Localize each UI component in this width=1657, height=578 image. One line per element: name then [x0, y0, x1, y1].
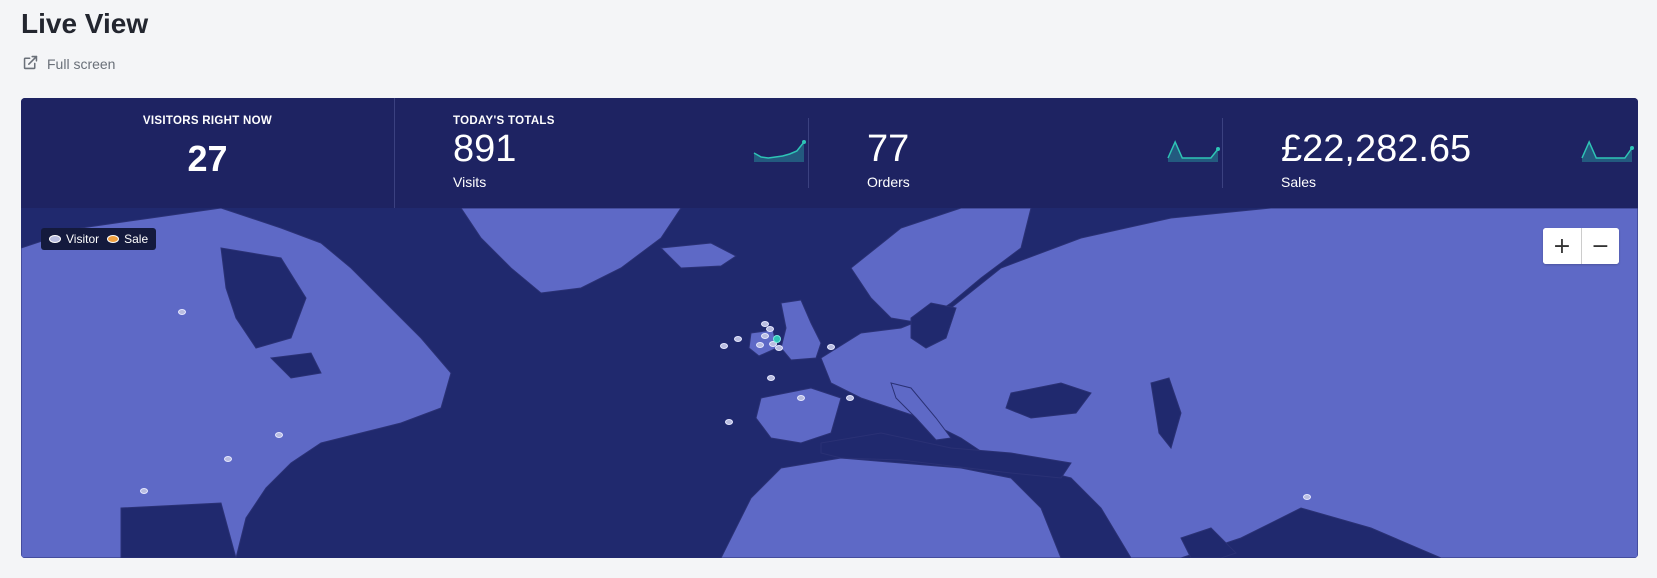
metric-label: Visits [453, 174, 487, 190]
zoom-out-button[interactable]: − [1581, 228, 1619, 264]
metric-visits: 891 Visits [453, 128, 808, 190]
visits-sparkline [753, 140, 806, 162]
zoom-in-button[interactable]: + [1543, 228, 1581, 264]
live-view-panel: VISITORS RIGHT NOW 27 TODAY'S TOTALS 891… [21, 98, 1638, 558]
visitor-marker[interactable] [766, 326, 774, 332]
world-map[interactable]: Visitor Sale + − [21, 208, 1638, 558]
visitor-marker[interactable] [827, 344, 835, 350]
visitor-marker[interactable] [1303, 494, 1311, 500]
visitor-marker[interactable] [846, 395, 854, 401]
visitor-marker[interactable] [275, 432, 283, 438]
visitor-marker[interactable] [178, 309, 186, 315]
external-link-icon [22, 54, 39, 74]
legend-visitor-label: Visitor [66, 232, 100, 246]
metric-label: Orders [867, 174, 910, 190]
metric-orders: 77 Orders [867, 128, 1222, 190]
sales-sparkline [1581, 140, 1634, 162]
orders-sparkline [1167, 140, 1220, 162]
fullscreen-link[interactable]: Full screen [22, 54, 115, 74]
visitor-marker[interactable] [756, 342, 764, 348]
visitor-marker[interactable] [725, 419, 733, 425]
metric-value: 77 [867, 128, 910, 170]
sparkline-endpoint [1216, 147, 1220, 151]
sparkline-area [1582, 142, 1632, 162]
visitor-marker[interactable] [767, 375, 775, 381]
metric-value: 891 [453, 128, 517, 170]
divider [808, 118, 809, 188]
sparkline-endpoint [802, 140, 806, 144]
visitor-marker[interactable] [140, 488, 148, 494]
visitor-marker[interactable] [761, 333, 769, 339]
fullscreen-label: Full screen [47, 56, 116, 72]
visitor-marker[interactable] [775, 345, 783, 351]
page-title: Live View [21, 8, 149, 39]
sale-marker-icon [107, 235, 120, 243]
map-zoom-controls: + − [1543, 228, 1619, 264]
visitor-marker-icon [49, 235, 61, 243]
greenland-land [460, 208, 682, 294]
visitor-marker[interactable] [224, 456, 232, 462]
totals-label: TODAY'S TOTALS [453, 115, 555, 127]
legend-sale: Sale [107, 232, 148, 246]
uk-land [780, 299, 822, 361]
metric-value: £22,282.65 [1281, 128, 1472, 170]
visitors-value: 27 [187, 138, 228, 179]
sparkline-endpoint [1630, 146, 1634, 150]
sparkline-area [1168, 142, 1218, 162]
visitors-stat: VISITORS RIGHT NOW 27 [21, 98, 395, 208]
legend-visitor: Visitor [49, 232, 99, 246]
sparkline-area [754, 142, 804, 162]
visitor-marker[interactable] [734, 336, 742, 342]
sale-marker[interactable] [773, 335, 781, 343]
world-map-svg [21, 208, 1638, 558]
divider [1222, 118, 1223, 188]
iceland-land [659, 242, 737, 269]
metric-sales: £22,282.65 Sales [1281, 128, 1636, 190]
stats-bar: VISITORS RIGHT NOW 27 TODAY'S TOTALS 891… [21, 98, 1638, 208]
visitor-marker[interactable] [720, 343, 728, 349]
metric-label: Sales [1281, 174, 1317, 190]
visitor-marker[interactable] [797, 395, 805, 401]
visitors-label: VISITORS RIGHT NOW [142, 115, 273, 127]
legend-sale-label: Sale [124, 232, 149, 246]
map-legend: Visitor Sale [41, 228, 157, 250]
